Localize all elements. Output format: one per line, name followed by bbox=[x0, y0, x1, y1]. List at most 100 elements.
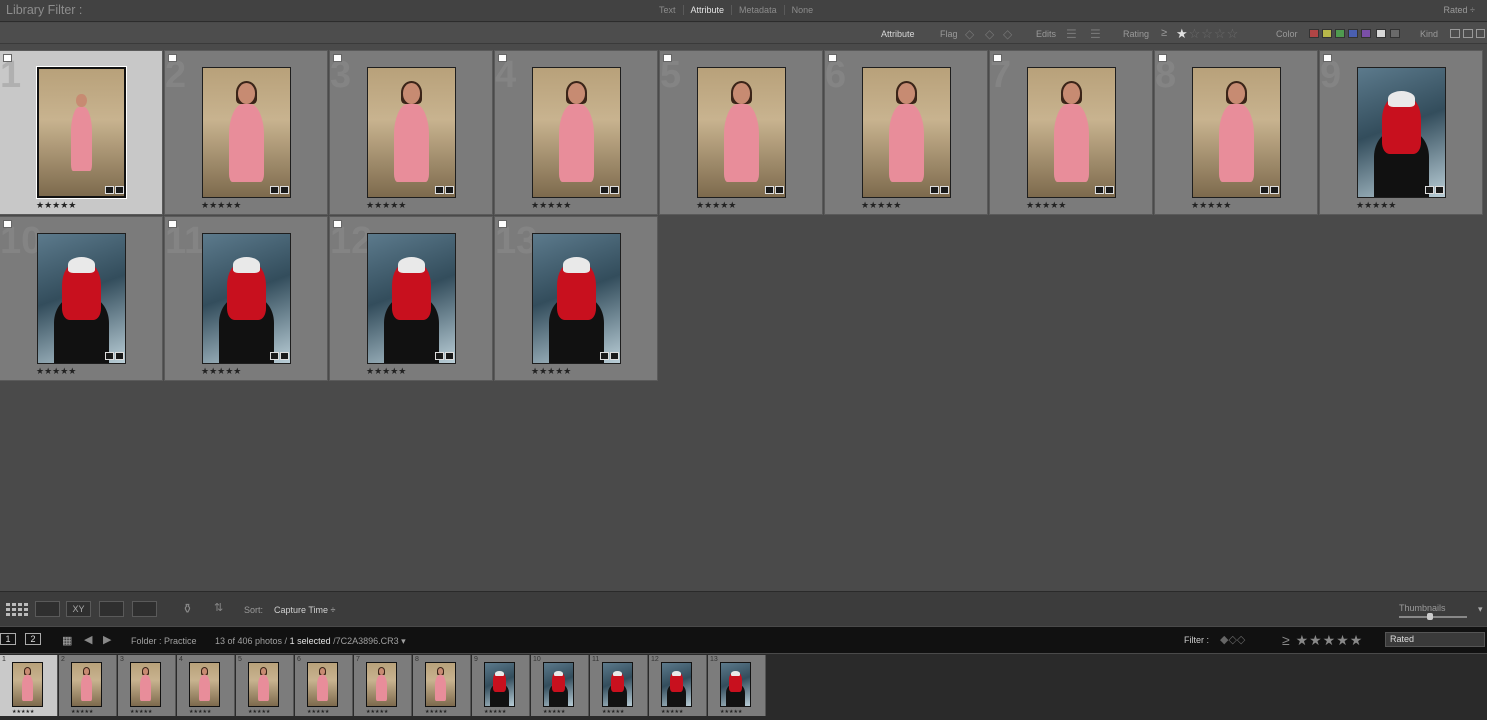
flag-icon[interactable] bbox=[1323, 54, 1332, 62]
grid-cell[interactable]: 3 ★★★★★ bbox=[329, 50, 493, 215]
photo-thumbnail[interactable] bbox=[697, 67, 786, 198]
grid-cell[interactable]: 2 ★★★★★ bbox=[164, 50, 328, 215]
grid-cell[interactable]: 6 ★★★★★ bbox=[824, 50, 988, 215]
grid-cell[interactable]: 13 ★★★★★ bbox=[494, 216, 658, 381]
metadata-badge-icon[interactable] bbox=[600, 352, 609, 360]
photo-thumbnail[interactable] bbox=[367, 67, 456, 198]
sort-dropdown[interactable]: Capture Time ÷ bbox=[274, 605, 335, 615]
star-rating[interactable]: ★★★★★ bbox=[1356, 200, 1396, 211]
photo-thumbnail[interactable] bbox=[862, 67, 951, 198]
unedited-icon[interactable]: ☰ bbox=[1090, 27, 1101, 41]
photo-thumbnail[interactable] bbox=[37, 233, 126, 364]
flag-unflagged-icon[interactable]: ◇ bbox=[985, 27, 994, 41]
color-swatch-red[interactable] bbox=[1309, 29, 1319, 38]
filmstrip-thumbnail[interactable] bbox=[661, 662, 692, 707]
metadata-badge-icon[interactable] bbox=[930, 186, 939, 194]
photo-thumbnail[interactable] bbox=[532, 67, 621, 198]
star-rating[interactable]: ★★★★★ bbox=[696, 200, 736, 211]
develop-badge-icon[interactable] bbox=[775, 186, 784, 194]
thumbnail-size-slider[interactable] bbox=[1399, 616, 1467, 618]
thumbnail-size-knob[interactable] bbox=[1427, 613, 1433, 620]
grid-cell[interactable]: 4 ★★★★★ bbox=[494, 50, 658, 215]
forward-arrow-icon[interactable]: ▶ bbox=[103, 633, 111, 646]
metadata-badge-icon[interactable] bbox=[765, 186, 774, 194]
filmstrip-item[interactable]: 12 ★★★★★ bbox=[649, 655, 707, 716]
develop-badge-icon[interactable] bbox=[1435, 186, 1444, 194]
photo-thumbnail[interactable] bbox=[1357, 67, 1446, 198]
filmstrip-item[interactable]: 11 ★★★★★ bbox=[590, 655, 648, 716]
flag-icon[interactable] bbox=[3, 54, 12, 62]
develop-badge-icon[interactable] bbox=[1270, 186, 1279, 194]
develop-badge-icon[interactable] bbox=[1105, 186, 1114, 194]
secondary-monitor-button[interactable]: 2 bbox=[25, 633, 41, 645]
filmstrip-item[interactable]: 8 ★★★★★ bbox=[413, 655, 471, 716]
filmstrip-thumbnail[interactable] bbox=[71, 662, 102, 707]
star-rating[interactable]: ★★★★★ bbox=[36, 200, 76, 211]
star-rating[interactable]: ★★★★★ bbox=[36, 366, 76, 377]
develop-badge-icon[interactable] bbox=[940, 186, 949, 194]
flag-rejected-icon[interactable]: ◇ bbox=[1003, 27, 1012, 41]
filmstrip-item[interactable]: 1 ★★★★★ bbox=[0, 655, 58, 716]
filmstrip-item[interactable]: 13 ★★★★★ bbox=[708, 655, 766, 716]
flag-icon[interactable] bbox=[1158, 54, 1167, 62]
flag-icon[interactable] bbox=[3, 220, 12, 228]
flag-icon[interactable] bbox=[828, 54, 837, 62]
develop-badge-icon[interactable] bbox=[115, 352, 124, 360]
filter-preset-dropdown[interactable]: Rated ÷ bbox=[1444, 5, 1475, 15]
filmstrip-item[interactable]: 4 ★★★★★ bbox=[177, 655, 235, 716]
develop-badge-icon[interactable] bbox=[610, 352, 619, 360]
metadata-badge-icon[interactable] bbox=[105, 352, 114, 360]
filmstrip-item[interactable]: 9 ★★★★★ bbox=[472, 655, 530, 716]
develop-badge-icon[interactable] bbox=[445, 352, 454, 360]
metadata-badge-icon[interactable] bbox=[1095, 186, 1104, 194]
color-swatch-purple[interactable] bbox=[1361, 29, 1371, 38]
filmstrip-item[interactable]: 2 ★★★★★ bbox=[59, 655, 117, 716]
grid-cell[interactable]: 7 ★★★★★ bbox=[989, 50, 1153, 215]
metadata-badge-icon[interactable] bbox=[270, 352, 279, 360]
filmstrip-preset-dropdown[interactable]: Rated bbox=[1385, 632, 1485, 647]
filmstrip-thumbnail[interactable] bbox=[12, 662, 43, 707]
metadata-badge-icon[interactable] bbox=[1425, 186, 1434, 194]
photo-count[interactable]: 13 of 406 photos / 1 selected /7C2A3896.… bbox=[215, 636, 406, 647]
filmstrip-thumbnail[interactable] bbox=[189, 662, 220, 707]
toolbar-menu-icon[interactable]: ▾ bbox=[1478, 604, 1483, 615]
folder-breadcrumb[interactable]: Folder : Practice bbox=[131, 636, 197, 646]
photo-thumbnail[interactable] bbox=[202, 67, 291, 198]
flag-pick-icon[interactable]: ◇ bbox=[965, 27, 974, 41]
flag-icon[interactable] bbox=[498, 54, 507, 62]
tab-text[interactable]: Text bbox=[652, 5, 684, 15]
filmstrip-thumbnail[interactable] bbox=[425, 662, 456, 707]
develop-badge-icon[interactable] bbox=[280, 352, 289, 360]
filmstrip-thumbnail[interactable] bbox=[366, 662, 397, 707]
grid-cell[interactable]: 9 ★★★★★ bbox=[1319, 50, 1483, 215]
kind-virtual-icon[interactable] bbox=[1463, 29, 1473, 38]
filmstrip-thumbnail[interactable] bbox=[720, 662, 751, 707]
star-rating[interactable]: ★★★★★ bbox=[201, 200, 241, 211]
metadata-badge-icon[interactable] bbox=[435, 186, 444, 194]
develop-badge-icon[interactable] bbox=[280, 186, 289, 194]
flag-filter-icon[interactable]: ◆◇◇ bbox=[1220, 633, 1245, 646]
star-rating[interactable]: ★★★★★ bbox=[531, 200, 571, 211]
filmstrip-thumbnail[interactable] bbox=[130, 662, 161, 707]
star-rating[interactable]: ★★★★★ bbox=[1026, 200, 1066, 211]
filmstrip-thumbnail[interactable] bbox=[307, 662, 338, 707]
filmstrip-thumbnail[interactable] bbox=[248, 662, 279, 707]
primary-monitor-button[interactable]: 1 bbox=[0, 633, 16, 645]
back-arrow-icon[interactable]: ◀ bbox=[84, 633, 92, 646]
filmstrip-item[interactable]: 7 ★★★★★ bbox=[354, 655, 412, 716]
flag-icon[interactable] bbox=[168, 54, 177, 62]
grid-mode-icon[interactable]: ▦ bbox=[62, 634, 72, 647]
grid-view-icon[interactable] bbox=[5, 601, 29, 617]
kind-master-icon[interactable] bbox=[1450, 29, 1460, 38]
flag-icon[interactable] bbox=[333, 220, 342, 228]
develop-badge-icon[interactable] bbox=[610, 186, 619, 194]
tab-metadata[interactable]: Metadata bbox=[732, 5, 785, 15]
photo-thumbnail[interactable] bbox=[1027, 67, 1116, 198]
filmstrip-item[interactable]: 10 ★★★★★ bbox=[531, 655, 589, 716]
grid-cell[interactable]: 8 ★★★★★ bbox=[1154, 50, 1318, 215]
photo-thumbnail[interactable] bbox=[36, 66, 127, 199]
people-view-icon[interactable] bbox=[132, 601, 157, 617]
rating-operator[interactable]: ≥ bbox=[1161, 27, 1167, 39]
color-swatch-custom[interactable] bbox=[1376, 29, 1386, 38]
flag-icon[interactable] bbox=[663, 54, 672, 62]
